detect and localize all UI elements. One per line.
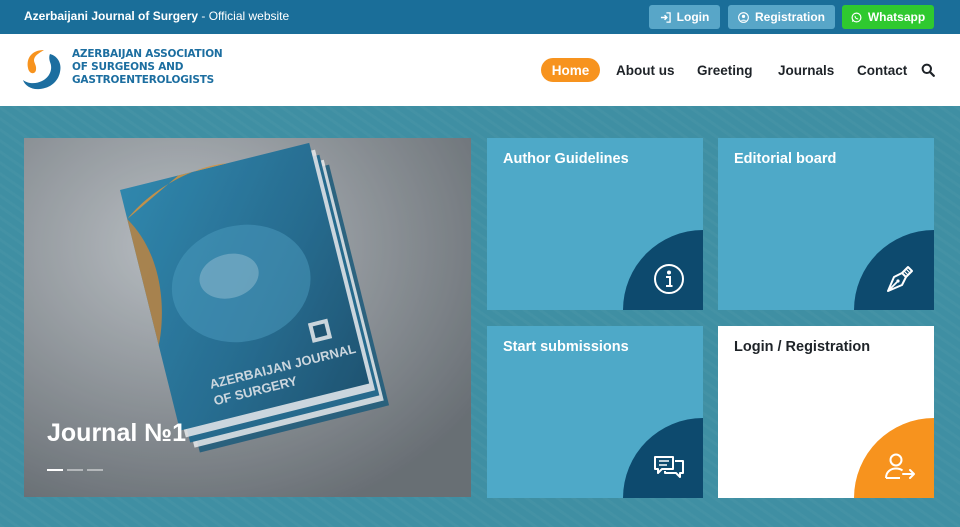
journal-slider[interactable]: AZERBAIJAN JOURNAL OF SURGERY Journal №1 xyxy=(24,138,471,497)
tile-corner xyxy=(623,230,703,310)
slider-dot-1[interactable] xyxy=(47,469,63,471)
login-label: Login xyxy=(676,10,710,24)
tile-title: Editorial board xyxy=(734,151,837,167)
tile-start-submissions[interactable]: Start submissions xyxy=(487,326,703,498)
main-header: AZERBAIJAN ASSOCIATION OF SURGEONS AND G… xyxy=(0,34,960,106)
tile-editorial-board[interactable]: Editorial board xyxy=(718,138,934,310)
registration-button[interactable]: Registration xyxy=(728,5,835,29)
association-logo-icon[interactable] xyxy=(22,48,64,92)
login-button[interactable]: Login xyxy=(649,5,720,29)
association-name[interactable]: AZERBAIJAN ASSOCIATION OF SURGEONS AND G… xyxy=(72,48,223,87)
user-arrow-icon xyxy=(885,453,915,479)
top-bar: Azerbaijani Journal of Surgery - Officia… xyxy=(0,0,960,34)
pen-nib-icon xyxy=(887,266,913,292)
info-icon xyxy=(654,264,684,294)
tile-title: Start submissions xyxy=(503,339,629,355)
site-name: Azerbaijani Journal of Surgery xyxy=(24,9,199,23)
tile-login-registration[interactable]: Login / Registration xyxy=(718,326,934,498)
nav-greeting[interactable]: Greeting xyxy=(697,58,753,82)
tile-corner xyxy=(623,418,703,498)
nav-journals[interactable]: Journals xyxy=(778,58,834,82)
site-suffix: - Official website xyxy=(198,9,290,23)
tile-title: Author Guidelines xyxy=(503,151,629,167)
user-circle-icon xyxy=(738,11,749,23)
logo-line-2: OF SURGEONS AND xyxy=(72,61,184,73)
search-icon[interactable] xyxy=(921,63,935,77)
slider-dot-2[interactable] xyxy=(67,469,83,471)
slider-pagination xyxy=(47,469,103,471)
tile-corner xyxy=(854,418,934,498)
slider-title: Journal №1 xyxy=(47,419,187,447)
tile-author-guidelines[interactable]: Author Guidelines xyxy=(487,138,703,310)
tile-corner xyxy=(854,230,934,310)
whatsapp-label: Whatsapp xyxy=(867,10,926,24)
slider-dot-3[interactable] xyxy=(87,469,103,471)
chat-icon xyxy=(654,456,684,478)
whatsapp-button[interactable]: Whatsapp xyxy=(842,5,934,29)
site-title: Azerbaijani Journal of Surgery - Officia… xyxy=(24,9,289,23)
registration-label: Registration xyxy=(754,10,825,24)
logo-line-1: AZERBAIJAN ASSOCIATION xyxy=(72,48,223,60)
tile-title: Login / Registration xyxy=(734,339,871,355)
logo-line-3: GASTROENTEROLOGISTS xyxy=(72,74,215,86)
nav-contact[interactable]: Contact xyxy=(857,58,907,82)
nav-about-us[interactable]: About us xyxy=(616,58,675,82)
whatsapp-icon xyxy=(851,12,862,22)
sign-in-icon xyxy=(660,11,671,23)
nav-home[interactable]: Home xyxy=(541,58,600,82)
